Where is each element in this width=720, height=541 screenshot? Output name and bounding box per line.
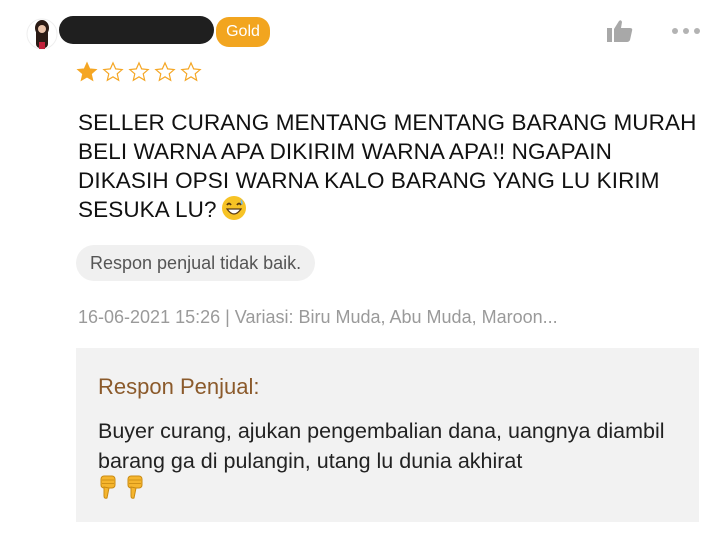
- star-empty-icon: [128, 61, 150, 82]
- seller-response-text: Buyer curang, ajukan pengembalian dana, …: [98, 419, 665, 473]
- review-body: SELLER CURANG MENTANG MENTANG BARANG MUR…: [78, 108, 698, 228]
- avatar-image: [26, 18, 58, 50]
- reviewer-avatar[interactable]: [26, 14, 58, 54]
- thumbs-down-icon: [127, 475, 143, 499]
- username-redacted: [59, 16, 214, 44]
- star-empty-icon: [180, 61, 202, 82]
- rating-stars: [76, 61, 202, 83]
- star-filled-icon: [76, 61, 98, 82]
- review-tag: Respon penjual tidak baik.: [76, 245, 316, 281]
- grinning-sweat-emoji-icon: [221, 195, 247, 228]
- review-meta: 16-06-2021 15:26 | Variasi: Biru Muda, A…: [78, 307, 558, 327]
- thumbs-down-icon: [100, 475, 116, 499]
- seller-response-emojis: [98, 474, 147, 500]
- seller-response-title: Respon Penjual:: [98, 374, 260, 399]
- seller-response-box: Respon Penjual: Buyer curang, ajukan pen…: [76, 348, 699, 522]
- star-empty-icon: [102, 61, 124, 82]
- review-text: SELLER CURANG MENTANG MENTANG BARANG MUR…: [78, 110, 697, 222]
- thumbs-up-icon[interactable]: [606, 18, 634, 44]
- more-dots-icon[interactable]: [670, 26, 702, 36]
- star-empty-icon: [154, 61, 176, 82]
- gold-badge: Gold: [216, 17, 270, 47]
